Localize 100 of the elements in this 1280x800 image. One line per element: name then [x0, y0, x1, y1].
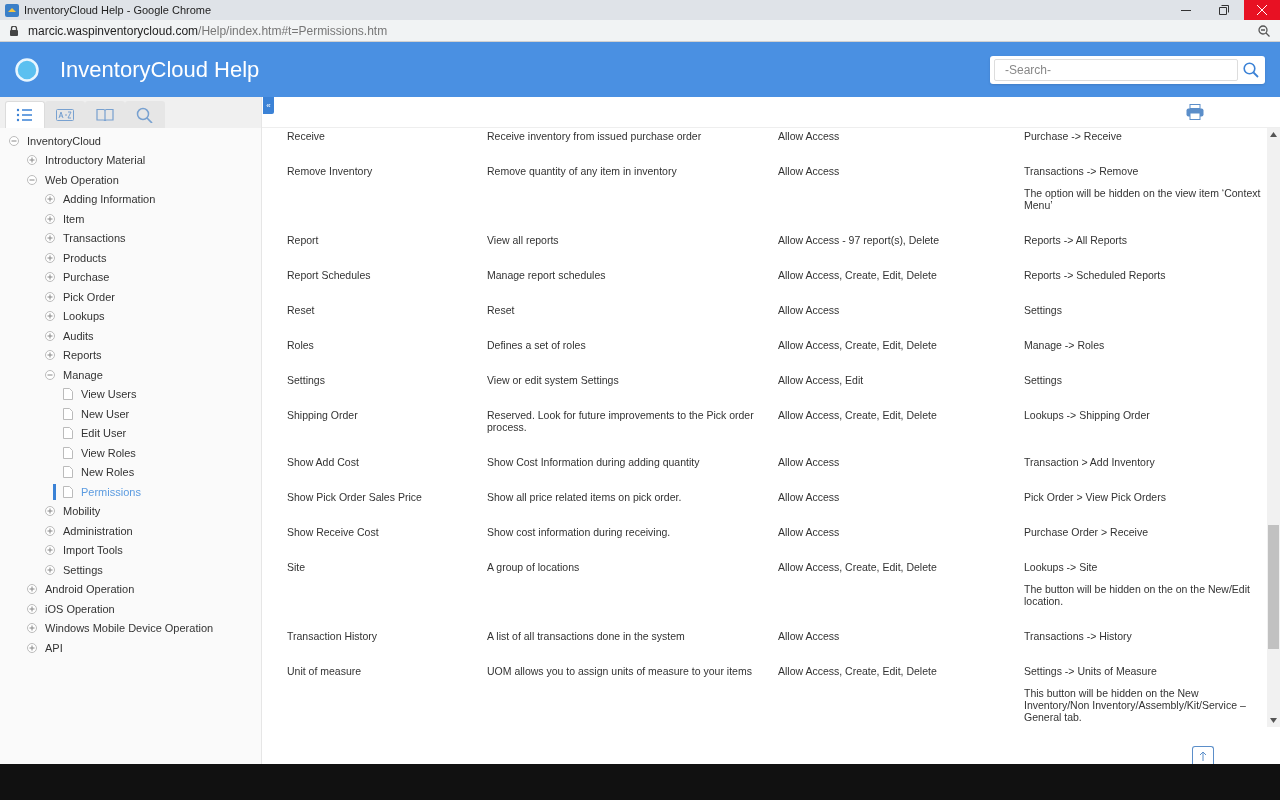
page-icon [63, 407, 73, 420]
tree-item[interactable]: Settings [63, 561, 103, 578]
table-cell-text: Shipping Order [287, 409, 359, 423]
tree-item[interactable]: Item [63, 210, 85, 227]
table-cell-text: UOM allows you to assign units of measure to your items [487, 665, 753, 679]
expand-icon[interactable] [45, 233, 55, 244]
sidebar-tab[interactable] [5, 101, 45, 128]
table-cell-text: Allow Access - 97 report(s), Delete [778, 234, 941, 246]
tree-item[interactable]: Edit User [81, 425, 127, 442]
expand-icon[interactable] [45, 311, 55, 322]
expand-icon[interactable] [27, 584, 37, 595]
expand-icon[interactable] [27, 603, 37, 614]
expand-icon[interactable] [45, 506, 55, 517]
lock-icon [10, 25, 18, 36]
logo-icon [15, 57, 39, 82]
table-cell-text: View or edit system Settings [487, 374, 620, 386]
expand-icon[interactable] [45, 194, 55, 205]
table-cell-text: Report Schedules [287, 269, 372, 281]
expand-icon[interactable] [45, 252, 55, 263]
close-button[interactable] [1244, 0, 1280, 20]
expand-icon[interactable] [45, 564, 55, 575]
sidebar-tab[interactable] [125, 101, 165, 128]
collapse-sidebar-button[interactable]: « [263, 97, 274, 114]
tree-item[interactable]: New User [81, 405, 130, 422]
collapse-icon[interactable] [9, 135, 19, 146]
tree-item[interactable]: Purchase [63, 269, 110, 286]
tree-item[interactable]: iOS Operation [45, 600, 115, 617]
expand-icon[interactable] [45, 350, 55, 361]
search-field[interactable]: -Search- [990, 55, 1265, 84]
scrollbar[interactable] [1267, 128, 1280, 727]
expand-icon[interactable] [27, 642, 37, 653]
expand-icon[interactable] [27, 623, 37, 634]
page-icon [63, 466, 73, 479]
table-cell-text: A list of all transactions done in the system [487, 630, 686, 642]
table-cell-text: Settings [1024, 304, 1063, 316]
tree-item[interactable]: Products [63, 249, 107, 266]
tree-item[interactable]: Manage [63, 366, 103, 383]
sidebar-tab[interactable] [45, 101, 85, 128]
expand-icon[interactable] [45, 545, 55, 556]
table-cell-text: Reset [287, 304, 316, 316]
table-cell-text: Remove quantity of any item in inventory [487, 165, 678, 179]
tree-item[interactable]: InventoryCloud [27, 132, 101, 149]
tree-item[interactable]: Audits [63, 327, 94, 344]
table-cell-text: Unit of measure [287, 665, 363, 679]
scroll-up-icon[interactable] [1270, 132, 1277, 137]
expand-icon[interactable] [45, 272, 55, 283]
expand-icon[interactable] [45, 213, 55, 224]
table-cell-text: Purchase Order > Receive [1024, 526, 1150, 538]
table-cell-text: Allow Access [778, 130, 841, 142]
tree-item[interactable]: Pick Order [63, 288, 115, 305]
tree-item[interactable]: View Users [81, 386, 137, 403]
table-cell-text: Remove Inventory [287, 165, 374, 179]
table-cell-text: Reports -> All Reports [1024, 234, 1128, 246]
tree-item[interactable]: Administration [63, 522, 133, 539]
table-cell-text: Show cost information during receiving. [487, 526, 672, 538]
collapse-icon[interactable] [45, 369, 55, 380]
table-cell-text: View all reports [487, 234, 560, 246]
table-cell-text: Allow Access [778, 456, 841, 468]
table-cell-text: Allow Access, Create, Edit, Delete [778, 339, 938, 351]
table-cell-text: Transactions -> History [1024, 630, 1133, 642]
tree-item[interactable]: Import Tools [63, 542, 123, 559]
table-cell-text: Allow Access, Create, Edit, Delete [778, 665, 938, 679]
table-cell-text: Defines a set of roles [487, 339, 587, 351]
expand-icon[interactable] [27, 155, 37, 166]
search-icon[interactable] [1243, 61, 1259, 78]
table-cell-text: Receive inventory from issued purchase order [487, 130, 703, 142]
tree-item[interactable]: Reports [63, 347, 102, 364]
table-cell-text: Settings [1024, 374, 1063, 386]
expand-icon[interactable] [45, 525, 55, 536]
zoom-out-icon[interactable] [1258, 24, 1270, 37]
tree-item[interactable]: Android Operation [45, 581, 135, 598]
window-title: InventoryCloud Help - Google Chrome [24, 2, 212, 18]
tree-item[interactable]: New Roles [81, 464, 135, 481]
back-to-top-button[interactable] [1192, 746, 1214, 764]
table-cell-text: The button will be hidden on the on the New/Edit location. [1024, 583, 1251, 607]
expand-icon[interactable] [45, 291, 55, 302]
scroll-down-icon[interactable] [1270, 718, 1277, 723]
print-icon[interactable] [1186, 104, 1204, 120]
table-cell-text: Allow Access [778, 491, 841, 503]
table-cell-text: Transaction > Add Inventory [1024, 456, 1156, 468]
search-icon [136, 106, 154, 123]
table-cell-text: The option will be hidden on the view item ‘Context Menu’ [1024, 187, 1262, 211]
table-cell-text: Manage report schedules [487, 269, 607, 281]
page-icon [63, 388, 73, 401]
scrollbar-thumb[interactable] [1268, 525, 1279, 649]
tree-item[interactable]: Transactions [63, 230, 126, 247]
tree-item[interactable]: Mobility [63, 503, 101, 520]
tree-item[interactable]: Web Operation [45, 171, 119, 188]
expand-icon[interactable] [45, 330, 55, 341]
table-cell-text: Lookups -> Site [1024, 561, 1099, 573]
tree-item[interactable]: Introductory Material [45, 152, 146, 169]
tree-item[interactable]: Lookups [63, 308, 105, 325]
tree-item[interactable]: Adding Information [63, 191, 156, 208]
table-cell-text: Allow Access [778, 165, 841, 179]
app-icon [5, 3, 19, 17]
tree-item[interactable]: View Roles [81, 444, 136, 461]
tree-item[interactable]: API [45, 639, 63, 656]
table-cell-text: Show Cost Information during adding quantity [487, 456, 701, 468]
collapse-icon[interactable] [27, 174, 37, 185]
tree-item[interactable]: Windows Mobile Device Operation [45, 620, 214, 637]
